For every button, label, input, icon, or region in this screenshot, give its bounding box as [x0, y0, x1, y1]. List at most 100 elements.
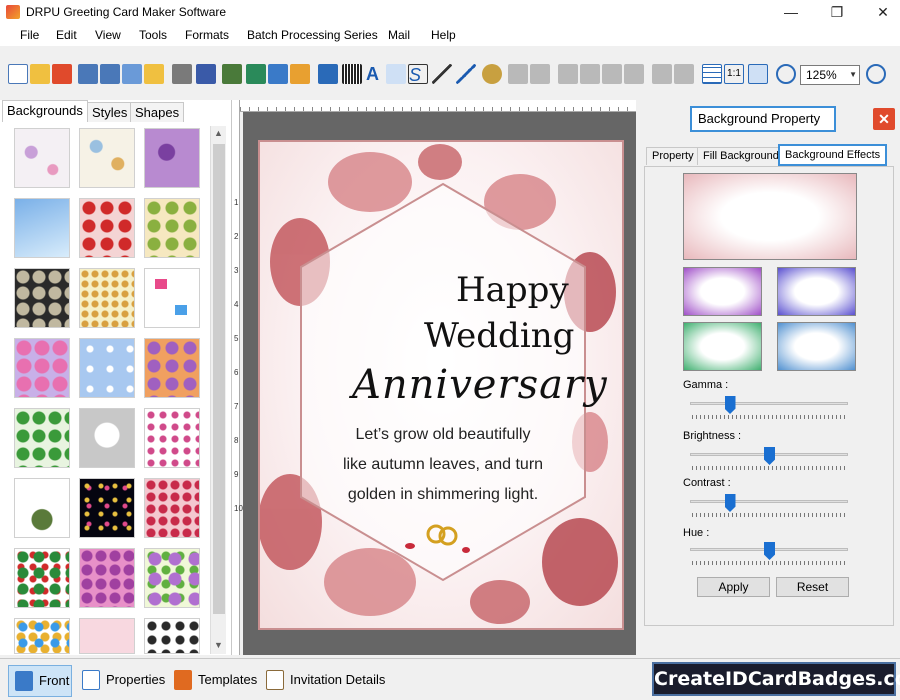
tab-shapes[interactable]: Shapes: [130, 102, 185, 122]
menu-bar: File Edit View Tools Formats Batch Proce…: [0, 24, 900, 46]
close-icon[interactable]: ✕: [873, 108, 895, 130]
thumbnail[interactable]: [144, 548, 200, 608]
effect-preview-green[interactable]: [683, 322, 762, 371]
thumbnail[interactable]: [144, 618, 200, 654]
save-icon[interactable]: [78, 64, 98, 84]
export-icon[interactable]: [122, 64, 142, 84]
menu-tools[interactable]: Tools: [139, 28, 167, 42]
brightness-label: Brightness :: [683, 430, 742, 442]
copy-icon[interactable]: [580, 64, 600, 84]
thumbnail[interactable]: [144, 338, 200, 398]
database-icon[interactable]: [482, 64, 502, 84]
tab-templates-label: Templates: [198, 672, 258, 687]
thumbnail[interactable]: [14, 338, 70, 398]
send-back-icon[interactable]: [674, 64, 694, 84]
effect-preview-cyan[interactable]: [777, 322, 856, 371]
thumbnail[interactable]: [14, 478, 70, 538]
thumbnail[interactable]: [79, 408, 135, 468]
menu-batch-processing[interactable]: Batch Processing Series: [247, 28, 378, 42]
thumbnail[interactable]: [79, 198, 135, 258]
tab-backgrounds[interactable]: Backgrounds: [2, 100, 88, 122]
thumbnail[interactable]: [14, 268, 70, 328]
delete-icon[interactable]: [624, 64, 644, 84]
menu-edit[interactable]: Edit: [56, 28, 77, 42]
text-box-icon[interactable]: [386, 64, 406, 84]
thumbnail[interactable]: [144, 408, 200, 468]
thumbnail[interactable]: [144, 198, 200, 258]
effect-preview-purple[interactable]: [683, 267, 762, 316]
grid-icon[interactable]: [702, 64, 722, 84]
thumbnail[interactable]: [79, 268, 135, 328]
effect-preview-blue[interactable]: [777, 267, 856, 316]
signature-icon[interactable]: S: [408, 64, 428, 85]
contrast-slider-track[interactable]: [690, 500, 848, 503]
print-icon[interactable]: [172, 64, 192, 84]
image-icon[interactable]: [246, 64, 266, 84]
thumbnail[interactable]: [14, 408, 70, 468]
thumbnail[interactable]: [79, 618, 135, 654]
thumbnail[interactable]: [79, 128, 135, 188]
cut-icon[interactable]: [558, 64, 578, 84]
thumbnail[interactable]: [144, 128, 200, 188]
tab-background-effects[interactable]: Background Effects: [778, 144, 888, 166]
tab-invitation-details[interactable]: Invitation Details: [260, 665, 390, 697]
greeting-card[interactable]: Happy Wedding Anniversary Let’s grow old…: [258, 140, 624, 630]
line-icon[interactable]: [432, 64, 452, 84]
minimize-button[interactable]: —: [768, 0, 814, 24]
menu-file[interactable]: File: [20, 28, 39, 42]
scroll-up-icon[interactable]: ▲: [214, 128, 223, 138]
tab-fill-background[interactable]: Fill Background: [697, 147, 785, 165]
thumbnail[interactable]: [79, 478, 135, 538]
print-preview-icon[interactable]: [196, 64, 216, 84]
paste-icon[interactable]: [602, 64, 622, 84]
scroll-down-icon[interactable]: ▼: [214, 640, 223, 650]
thumbnail[interactable]: [14, 198, 70, 258]
apply-button[interactable]: Apply: [697, 577, 770, 597]
gamma-slider-track[interactable]: [690, 402, 848, 405]
thumbnail-scrollbar[interactable]: ▲ ▼: [210, 126, 226, 654]
barcode-icon[interactable]: [342, 64, 362, 84]
actual-size-icon[interactable]: 1:1: [724, 64, 744, 84]
maximize-button[interactable]: ❐: [814, 0, 860, 24]
menu-help[interactable]: Help: [431, 28, 456, 42]
reset-button[interactable]: Reset: [776, 577, 849, 597]
tab-front[interactable]: Front: [8, 665, 72, 697]
tab-styles[interactable]: Styles: [87, 102, 133, 122]
zoom-in-icon[interactable]: [776, 64, 796, 84]
zoom-select[interactable]: 125% ▼: [800, 65, 860, 85]
thumbnail[interactable]: [14, 548, 70, 608]
app-icon: [6, 5, 20, 19]
menu-mail[interactable]: Mail: [388, 28, 410, 42]
pen-icon[interactable]: [268, 64, 288, 84]
thumbnail[interactable]: [144, 268, 200, 328]
thumbnail[interactable]: [14, 128, 70, 188]
new-icon[interactable]: [8, 64, 28, 84]
thumbnail[interactable]: [144, 478, 200, 538]
tab-property[interactable]: Property: [646, 147, 700, 165]
save-as-icon[interactable]: [100, 64, 120, 84]
thumbnail[interactable]: [79, 548, 135, 608]
window-title: DRPU Greeting Card Maker Software: [26, 5, 227, 19]
crop-icon[interactable]: [222, 64, 242, 84]
bring-front-icon[interactable]: [652, 64, 672, 84]
close-window-button[interactable]: ✕: [860, 0, 900, 24]
scroll-thumb[interactable]: [213, 144, 225, 614]
undo-icon[interactable]: [508, 64, 528, 84]
zoom-out-icon[interactable]: [866, 64, 886, 84]
close-doc-icon[interactable]: [52, 64, 72, 84]
menu-formats[interactable]: Formats: [185, 28, 229, 42]
thumbnail[interactable]: [14, 618, 70, 654]
menu-view[interactable]: View: [95, 28, 121, 42]
redo-icon[interactable]: [530, 64, 550, 84]
arrow-line-icon[interactable]: [456, 64, 476, 84]
gamma-slider-ticks: [692, 415, 848, 419]
thumbnail[interactable]: [79, 338, 135, 398]
tab-properties[interactable]: Properties: [76, 665, 168, 697]
open-image-icon[interactable]: [144, 64, 164, 84]
ruler-icon[interactable]: [318, 64, 338, 84]
open-folder-icon[interactable]: [30, 64, 50, 84]
tab-templates[interactable]: Templates: [168, 665, 258, 697]
text-icon[interactable]: A: [366, 64, 386, 84]
fit-to-window-icon[interactable]: [748, 64, 768, 84]
picture-icon[interactable]: [290, 64, 310, 84]
